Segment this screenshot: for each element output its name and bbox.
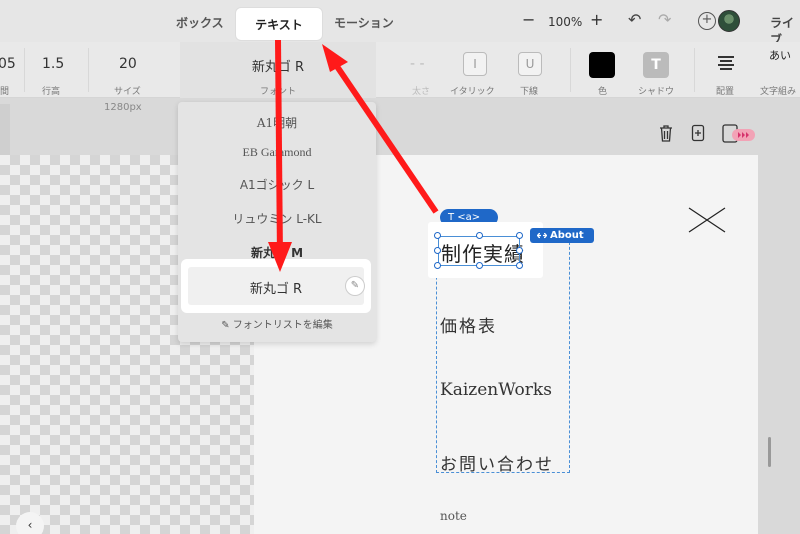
color-label: 色 <box>598 87 608 97</box>
font-option-a1-gothic[interactable]: A1ゴシック L <box>178 176 376 193</box>
font-selector[interactable]: 新丸ゴ R フォント <box>180 42 376 98</box>
add-collaborator-icon[interactable]: + <box>698 12 716 30</box>
letter-spacing-value[interactable]: 05 <box>0 56 16 72</box>
align-center-icon[interactable] <box>716 54 736 72</box>
tab-motion[interactable]: モーション <box>334 14 394 31</box>
font-weight-label: 太さ <box>412 87 431 97</box>
resize-handle[interactable] <box>434 232 441 239</box>
font-option-ryumin[interactable]: リュウミン L-KL <box>178 210 376 227</box>
toolbar-divider <box>570 48 571 92</box>
align-label: 配置 <box>716 87 735 97</box>
font-option-shinmarugo-m[interactable]: 新丸ゴ M <box>178 244 376 261</box>
shadow-button[interactable]: T <box>643 52 669 78</box>
edit-font-list-button[interactable]: ✎ フォントリストを編集 <box>178 316 376 331</box>
menu-item-price[interactable]: 価格表 <box>440 312 497 337</box>
redo-icon[interactable]: ↷ <box>658 10 671 29</box>
link-icon <box>537 232 547 239</box>
breakpoint-width-label: 1280px <box>104 102 142 113</box>
font-weight-value[interactable]: - - <box>410 56 425 72</box>
resize-handle[interactable] <box>434 262 441 269</box>
resize-handle[interactable] <box>434 247 441 254</box>
toolbar-divider <box>24 48 25 92</box>
avatar[interactable] <box>718 10 740 32</box>
italic-button[interactable]: I <box>463 52 487 76</box>
line-height-label: 行高 <box>42 87 61 97</box>
resize-handle[interactable] <box>476 232 483 239</box>
font-option-selected[interactable]: 新丸ゴ R ✎ <box>183 261 369 311</box>
zoom-out-button[interactable]: − <box>522 10 535 29</box>
trash-icon[interactable] <box>658 124 674 142</box>
preview-play-icon[interactable] <box>722 124 756 144</box>
font-size-label: サイズ <box>114 87 141 97</box>
text-direction-label: 文字組み <box>760 87 797 97</box>
italic-label: イタリック <box>450 87 495 97</box>
toolbar-divider <box>88 48 89 92</box>
resize-handle[interactable] <box>516 247 523 254</box>
line-height-value[interactable]: 1.5 <box>42 56 64 72</box>
zoom-level: 100% <box>548 15 583 29</box>
duplicate-icon[interactable] <box>690 124 706 142</box>
top-tab-bar: ボックス テキスト モーション − 100% + ↶ ↷ + ライブ <box>0 0 800 47</box>
text-property-toolbar: 05 間 1.5 行高 20 サイズ 新丸ゴ R フォント - - 太さ I イ… <box>0 42 800 98</box>
font-option-eb-garamond[interactable]: EB Garamond <box>178 145 376 160</box>
font-size-value[interactable]: 20 <box>119 56 137 72</box>
text-direction-icon[interactable]: あい <box>769 50 791 62</box>
shadow-label: シャドウ <box>638 87 675 97</box>
font-current-value: 新丸ゴ R <box>251 60 305 75</box>
text-color-swatch[interactable] <box>589 52 615 78</box>
menu-item-note[interactable]: note <box>440 509 467 523</box>
font-option-selected-inner: 新丸ゴ R ✎ <box>188 267 364 305</box>
tab-box[interactable]: ボックス <box>176 14 224 31</box>
menu-item-contact[interactable]: お問い合わせ <box>440 450 554 475</box>
resize-handle[interactable] <box>476 262 483 269</box>
toolbar-divider <box>694 48 695 92</box>
resize-handle[interactable] <box>516 262 523 269</box>
zoom-in-button[interactable]: + <box>590 10 603 29</box>
font-option-shinmarugo-r: 新丸ゴ R <box>249 282 303 297</box>
font-label: フォント <box>259 87 296 97</box>
underline-label: 下線 <box>520 87 539 97</box>
tab-text[interactable]: テキスト <box>236 8 322 40</box>
resize-handle[interactable] <box>516 232 523 239</box>
vertical-scrollbar[interactable] <box>768 437 771 467</box>
close-menu-icon[interactable] <box>688 207 726 233</box>
undo-icon[interactable]: ↶ <box>628 10 641 29</box>
underline-button[interactable]: U <box>518 52 542 76</box>
letter-spacing-label: 間 <box>0 87 10 97</box>
collapse-panel-button[interactable]: ‹ <box>16 512 44 534</box>
pencil-icon[interactable]: ✎ <box>346 277 364 295</box>
font-option-a1-mincho[interactable]: A1明朝 <box>178 114 376 131</box>
menu-item-kaizenworks[interactable]: KaizenWorks <box>440 380 552 400</box>
